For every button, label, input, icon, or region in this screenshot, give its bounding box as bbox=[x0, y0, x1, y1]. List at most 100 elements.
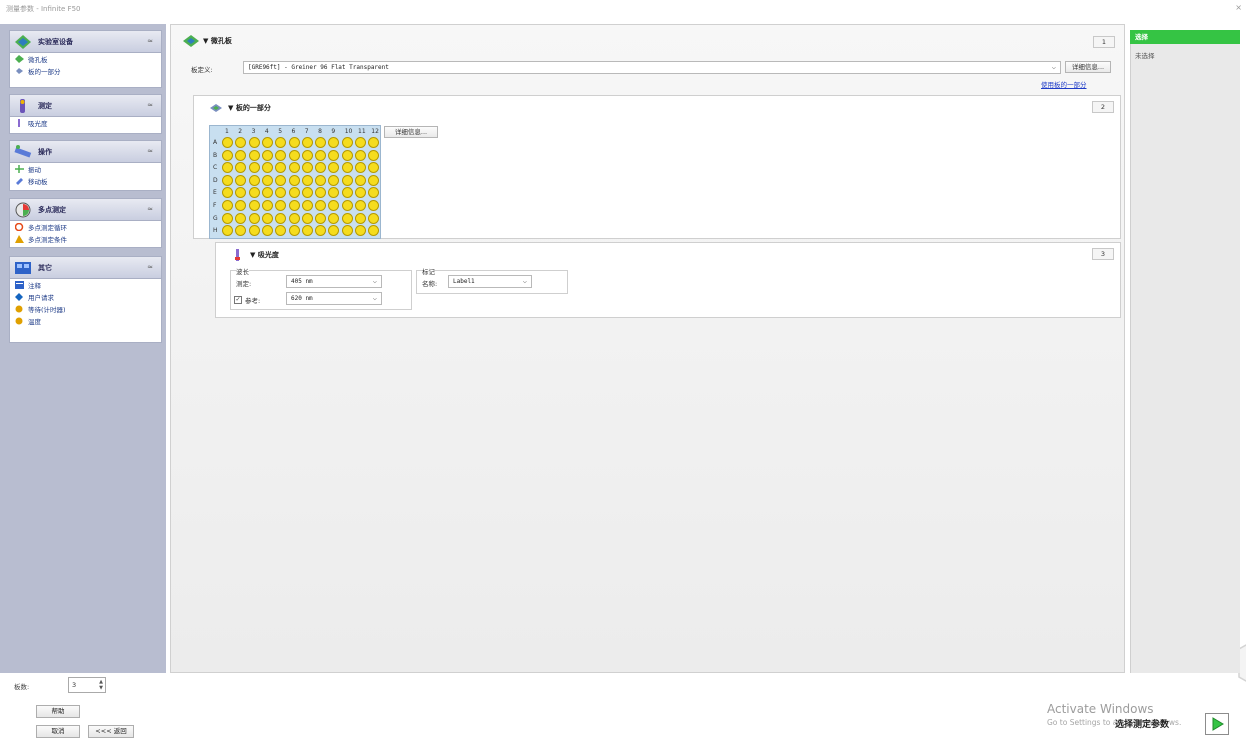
reference-wavelength-select[interactable]: 620 nm ⌵ bbox=[286, 292, 382, 305]
plate-column-label[interactable]: 6 bbox=[292, 128, 296, 135]
plate-well[interactable] bbox=[275, 187, 287, 199]
use-plate-part-link[interactable]: 使用板的一部分 bbox=[1041, 79, 1087, 89]
plate-well[interactable] bbox=[355, 174, 366, 186]
plate-definition-select[interactable]: [GRE96ft] - Greiner 96 Flat Transparent … bbox=[243, 61, 1061, 74]
close-icon[interactable]: × bbox=[1235, 3, 1242, 12]
plate-row-label[interactable]: E bbox=[213, 189, 217, 196]
plate-well[interactable] bbox=[235, 187, 247, 199]
plate-well[interactable] bbox=[261, 174, 273, 186]
plate-well[interactable] bbox=[328, 200, 340, 211]
plate-well[interactable] bbox=[355, 162, 366, 174]
group-header-operations[interactable]: 操作 ≈ bbox=[10, 141, 161, 163]
plate-row-label[interactable]: B bbox=[213, 152, 217, 159]
next-button[interactable] bbox=[1205, 713, 1229, 735]
plate-well[interactable] bbox=[261, 212, 273, 224]
plate-well[interactable] bbox=[288, 162, 300, 174]
collapse-icon[interactable]: ≈ bbox=[147, 101, 153, 109]
plate-well[interactable] bbox=[355, 187, 366, 199]
plate-well[interactable] bbox=[222, 137, 233, 148]
plate-well[interactable] bbox=[222, 200, 233, 211]
plate-well[interactable] bbox=[355, 149, 366, 161]
plate-well[interactable] bbox=[235, 212, 247, 224]
plate-well[interactable] bbox=[222, 212, 233, 224]
plate-row-label[interactable]: H bbox=[213, 227, 218, 234]
plate-well[interactable] bbox=[368, 149, 380, 161]
plate-well[interactable] bbox=[275, 225, 287, 237]
collapse-icon[interactable]: ≈ bbox=[147, 37, 153, 45]
plate-well[interactable] bbox=[301, 174, 313, 186]
plate-well[interactable] bbox=[301, 187, 313, 199]
sidebar-item-user-request[interactable]: 用户请求 bbox=[10, 291, 161, 303]
plate-column-label[interactable]: 2 bbox=[238, 128, 242, 135]
plate-well[interactable] bbox=[222, 225, 233, 237]
plate-part-details-button[interactable]: 详细信息... bbox=[384, 126, 438, 138]
cancel-button[interactable]: 取消 bbox=[36, 725, 80, 738]
plate-well[interactable] bbox=[328, 187, 340, 199]
absorbance-section-header[interactable]: ▼ 吸光度 bbox=[230, 249, 279, 261]
plate-well[interactable] bbox=[248, 200, 260, 211]
plate-well[interactable] bbox=[341, 174, 353, 186]
sidebar-item-temperature[interactable]: 温度 bbox=[10, 315, 161, 327]
plate-well[interactable] bbox=[341, 212, 353, 224]
plate-row-label[interactable]: A bbox=[213, 139, 217, 146]
plate-well[interactable] bbox=[261, 187, 273, 199]
sidebar-item-wait-timer[interactable]: 等待(计时器) bbox=[10, 303, 161, 315]
plate-column-label[interactable]: 8 bbox=[318, 128, 322, 135]
plate-column-label[interactable]: 5 bbox=[278, 128, 282, 135]
plate-well[interactable] bbox=[261, 162, 273, 174]
plate-well[interactable] bbox=[368, 225, 380, 237]
group-header-lab-devices[interactable]: 实验室设备 ≈ bbox=[10, 31, 161, 53]
plate-well[interactable] bbox=[261, 149, 273, 161]
sidebar-item-plate-part[interactable]: 板的一部分 bbox=[10, 65, 161, 77]
plate-well[interactable] bbox=[301, 225, 313, 237]
selected-item[interactable]: 选择 bbox=[1130, 30, 1240, 44]
plate-part-section-header[interactable]: ▼ 板的一部分 bbox=[208, 102, 271, 114]
plate-well[interactable] bbox=[328, 162, 340, 174]
plate-well[interactable] bbox=[315, 200, 327, 211]
plate-well[interactable] bbox=[261, 137, 273, 148]
plates-stepper[interactable]: 3 ▲ ▼ bbox=[68, 677, 106, 693]
plate-well[interactable] bbox=[235, 162, 247, 174]
plate-well[interactable] bbox=[275, 212, 287, 224]
plate-well[interactable] bbox=[288, 200, 300, 211]
label-name-select[interactable]: Label1 ⌵ bbox=[448, 275, 532, 288]
plate-well[interactable] bbox=[222, 187, 233, 199]
plate-well[interactable] bbox=[368, 212, 380, 224]
plate-well[interactable] bbox=[235, 149, 247, 161]
plate-well[interactable] bbox=[248, 212, 260, 224]
plate-well[interactable] bbox=[315, 174, 327, 186]
sidebar-item-absorbance[interactable]: 吸光度 bbox=[10, 117, 161, 129]
plate-well[interactable] bbox=[288, 187, 300, 199]
plate-well[interactable] bbox=[235, 200, 247, 211]
plate-well[interactable] bbox=[355, 137, 366, 148]
plate-well[interactable] bbox=[301, 137, 313, 148]
reference-checkbox[interactable]: ✓ bbox=[234, 296, 242, 304]
plate-well[interactable] bbox=[261, 225, 273, 237]
measure-wavelength-select[interactable]: 405 nm ⌵ bbox=[286, 275, 382, 288]
plate-layout[interactable]: 1 2 3 4 5 6 7 8 9 10 11 12 A B C D E F G H bbox=[209, 125, 381, 239]
help-button[interactable]: 帮助 bbox=[36, 705, 80, 718]
plate-well[interactable] bbox=[248, 137, 260, 148]
collapse-icon[interactable]: ≈ bbox=[147, 147, 153, 155]
plate-well[interactable] bbox=[368, 187, 380, 199]
plate-well[interactable] bbox=[248, 174, 260, 186]
group-header-measurement[interactable]: 测定 ≈ bbox=[10, 95, 161, 117]
plate-row-label[interactable]: C bbox=[213, 164, 217, 171]
plate-well[interactable] bbox=[355, 225, 366, 237]
plate-well[interactable] bbox=[275, 149, 287, 161]
plate-well[interactable] bbox=[368, 162, 380, 174]
plate-well[interactable] bbox=[248, 225, 260, 237]
plate-well[interactable] bbox=[315, 149, 327, 161]
plate-column-label[interactable]: 3 bbox=[252, 128, 256, 135]
plate-well[interactable] bbox=[301, 149, 313, 161]
plate-well[interactable] bbox=[328, 137, 340, 148]
plate-well[interactable] bbox=[275, 200, 287, 211]
plate-row-label[interactable]: G bbox=[213, 215, 218, 222]
microplate-section-header[interactable]: ▼ 微孔板 bbox=[183, 35, 232, 47]
plate-well[interactable] bbox=[355, 200, 366, 211]
plate-well[interactable] bbox=[368, 200, 380, 211]
plate-details-button[interactable]: 详细信息... bbox=[1065, 61, 1111, 73]
plate-well[interactable] bbox=[315, 162, 327, 174]
sidebar-item-microplate[interactable]: 微孔板 bbox=[10, 53, 161, 65]
plate-column-label[interactable]: 9 bbox=[331, 128, 335, 135]
